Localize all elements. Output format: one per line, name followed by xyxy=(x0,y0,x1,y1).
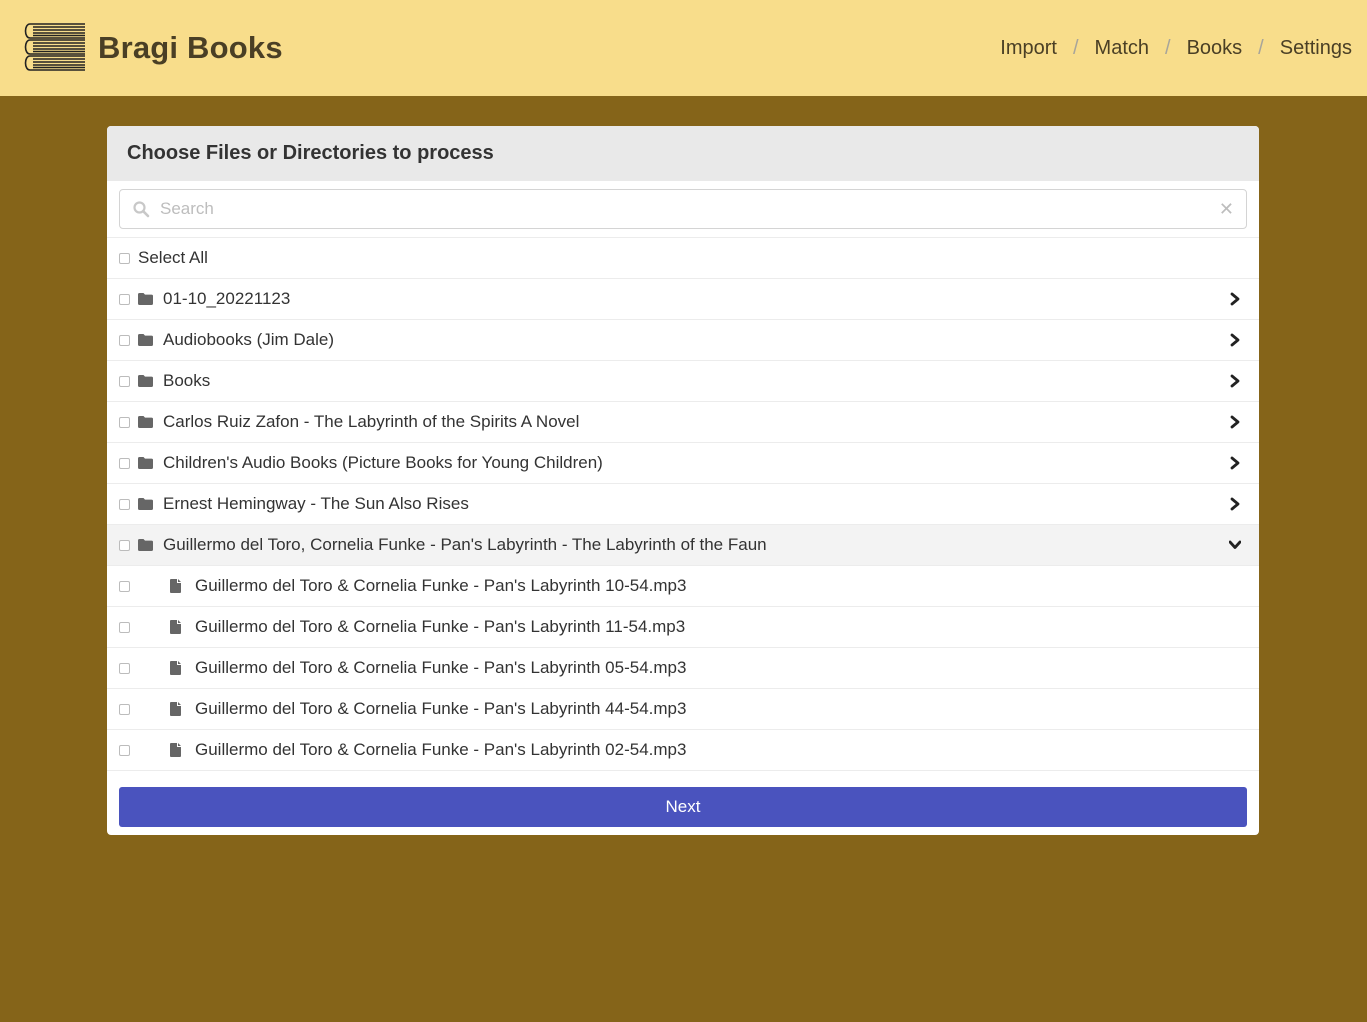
file-row[interactable]: Guillermo del Toro & Cornelia Funke - Pa… xyxy=(107,689,1259,730)
folder-name: Carlos Ruiz Zafon - The Labyrinth of the… xyxy=(163,412,580,431)
file-row[interactable]: Guillermo del Toro & Cornelia Funke - Pa… xyxy=(107,730,1259,771)
folder-icon xyxy=(138,375,153,387)
folder-checkbox[interactable] xyxy=(119,293,130,305)
folder-checkbox[interactable] xyxy=(119,375,130,387)
search-container: ✕ xyxy=(107,181,1259,238)
file-row[interactable]: Guillermo del Toro & Cornelia Funke - Pa… xyxy=(107,607,1259,648)
chevron-right-icon[interactable] xyxy=(1229,415,1241,429)
folder-name: Ernest Hemingway - The Sun Also Rises xyxy=(163,494,469,513)
search-icon xyxy=(133,201,150,218)
file-row[interactable]: Guillermo del Toro & Cornelia Funke - Pa… xyxy=(107,648,1259,689)
nav-settings[interactable]: Settings xyxy=(1280,37,1352,60)
file-name: Guillermo del Toro & Cornelia Funke - Pa… xyxy=(195,576,687,595)
navbar: Bragi Books Import / Match / Books / Set… xyxy=(0,0,1367,96)
folder-checkbox[interactable] xyxy=(119,334,130,346)
folder-icon xyxy=(138,416,153,428)
folder-icon xyxy=(138,457,153,469)
folder-row[interactable]: Guillermo del Toro, Cornelia Funke - Pan… xyxy=(107,525,1259,566)
file-checkbox[interactable] xyxy=(119,621,130,633)
file-name: Guillermo del Toro & Cornelia Funke - Pa… xyxy=(195,617,686,636)
folder-name: Guillermo del Toro, Cornelia Funke - Pan… xyxy=(163,535,767,554)
folder-checkbox[interactable] xyxy=(119,539,130,551)
chevron-right-icon[interactable] xyxy=(1229,497,1241,511)
folder-icon xyxy=(138,498,153,510)
folder-icon xyxy=(138,539,153,551)
folder-name: Audiobooks (Jim Dale) xyxy=(163,330,335,349)
folder-checkbox[interactable] xyxy=(119,498,130,510)
app-title: Bragi Books xyxy=(98,30,283,65)
file-chooser-card: Choose Files or Directories to process ✕… xyxy=(107,126,1259,835)
chevron-right-icon[interactable] xyxy=(1229,374,1241,388)
folder-checkbox[interactable] xyxy=(119,457,130,469)
nav-books[interactable]: Books xyxy=(1187,37,1243,60)
brand[interactable]: Bragi Books xyxy=(22,22,283,74)
clear-search-icon[interactable]: ✕ xyxy=(1219,200,1234,218)
folder-icon xyxy=(138,293,153,305)
chevron-right-icon[interactable] xyxy=(1229,292,1241,306)
file-name: Guillermo del Toro & Cornelia Funke - Pa… xyxy=(195,699,687,718)
nav-separator: / xyxy=(1165,36,1171,59)
folder-row[interactable]: Carlos Ruiz Zafon - The Labyrinth of the… xyxy=(107,402,1259,443)
search-box: ✕ xyxy=(119,189,1247,229)
card-footer: Next xyxy=(107,771,1259,835)
folder-row[interactable]: Children's Audio Books (Picture Books fo… xyxy=(107,443,1259,484)
file-icon xyxy=(170,743,181,757)
main-nav: Import / Match / Books / Settings xyxy=(1000,37,1352,60)
file-checkbox[interactable] xyxy=(119,703,130,715)
file-icon xyxy=(170,620,181,634)
file-icon xyxy=(170,702,181,716)
select-all-label: Select All xyxy=(138,248,208,267)
file-checkbox[interactable] xyxy=(119,580,130,592)
nav-separator: / xyxy=(1258,36,1264,59)
file-icon xyxy=(170,661,181,675)
folder-list: 01-10_20221123 Audiobooks (Jim Dale) Boo… xyxy=(107,279,1259,771)
chevron-right-icon[interactable] xyxy=(1229,333,1241,347)
chevron-down-icon[interactable] xyxy=(1229,538,1241,552)
folder-row[interactable]: Audiobooks (Jim Dale) xyxy=(107,320,1259,361)
folder-row[interactable]: Books xyxy=(107,361,1259,402)
folder-row[interactable]: 01-10_20221123 xyxy=(107,279,1259,320)
file-row[interactable]: Guillermo del Toro & Cornelia Funke - Pa… xyxy=(107,566,1259,607)
card-title: Choose Files or Directories to process xyxy=(107,126,1259,181)
file-icon xyxy=(170,579,181,593)
next-button[interactable]: Next xyxy=(119,787,1247,827)
folder-name: Books xyxy=(163,371,211,390)
search-input[interactable] xyxy=(160,199,1219,219)
folder-checkbox[interactable] xyxy=(119,416,130,428)
folder-icon xyxy=(138,334,153,346)
select-all-checkbox[interactable] xyxy=(119,252,130,264)
file-name: Guillermo del Toro & Cornelia Funke - Pa… xyxy=(195,658,687,677)
folder-row[interactable]: Ernest Hemingway - The Sun Also Rises xyxy=(107,484,1259,525)
file-name: Guillermo del Toro & Cornelia Funke - Pa… xyxy=(195,740,687,759)
file-checkbox[interactable] xyxy=(119,662,130,674)
nav-separator: / xyxy=(1072,36,1079,59)
file-checkbox[interactable] xyxy=(119,744,130,756)
folder-name: 01-10_20221123 xyxy=(163,289,291,308)
folder-name: Children's Audio Books (Picture Books fo… xyxy=(163,453,603,472)
nav-match[interactable]: Match xyxy=(1095,37,1149,60)
select-all-row[interactable]: Select All xyxy=(107,238,1259,279)
books-stack-logo-icon xyxy=(24,23,85,71)
chevron-right-icon[interactable] xyxy=(1229,456,1241,470)
nav-import[interactable]: Import xyxy=(1000,37,1057,60)
